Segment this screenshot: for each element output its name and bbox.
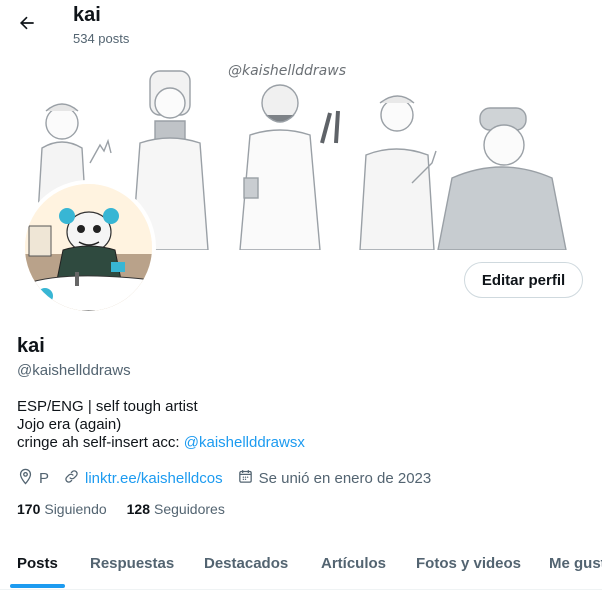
avatar[interactable]	[21, 180, 156, 315]
header-post-count: 534 posts	[73, 31, 130, 46]
meta-link[interactable]: linktr.ee/kaishelldcos	[63, 468, 223, 489]
meta-joined: Se unió en enero de 2023	[237, 468, 432, 489]
bio-line-3: cringe ah self-insert acc: @kaishellddra…	[17, 434, 305, 452]
following-count: 170	[17, 501, 41, 517]
tab-fotos-videos[interactable]: Fotos y videos	[416, 537, 521, 589]
joined-text: Se unió en enero de 2023	[258, 469, 432, 487]
link-icon	[63, 468, 85, 489]
profile-bio: ESP/ENG | self tough artist Jojo era (ag…	[17, 398, 305, 452]
back-button[interactable]	[10, 8, 44, 42]
following-label: Siguiendo	[44, 501, 107, 517]
location-pin-icon	[17, 468, 39, 489]
followers-label: Seguidores	[154, 501, 225, 517]
bio-mention-link[interactable]: @kaishellddrawsx	[184, 434, 305, 451]
tab-destacados[interactable]: Destacados	[204, 537, 288, 589]
profile-meta: P linktr.ee/kaishelldcos Se unió en ener…	[17, 467, 445, 489]
followers-count: 128	[126, 501, 150, 517]
profile-name: kai	[17, 335, 45, 357]
location-text: P	[39, 469, 50, 487]
bio-line-1: ESP/ENG | self tough artist	[17, 398, 198, 415]
following-link[interactable]: 170 Siguiendo	[17, 501, 107, 517]
banner-watermark: @kaishellddraws	[228, 63, 346, 79]
tab-me-gusta[interactable]: Me gusta	[549, 537, 602, 589]
meta-location: P	[17, 468, 49, 489]
tab-posts[interactable]: Posts	[17, 537, 58, 589]
profile-link[interactable]: linktr.ee/kaishelldcos	[85, 470, 223, 487]
tab-respuestas[interactable]: Respuestas	[90, 537, 174, 589]
avatar-illustration	[25, 184, 152, 311]
profile-tabs: Posts Respuestas Destacados Artículos Fo…	[0, 537, 602, 590]
followers-link[interactable]: 128 Seguidores	[127, 501, 225, 517]
active-tab-indicator	[10, 584, 65, 588]
profile-handle: @kaishellddraws	[17, 362, 131, 379]
bio-line-3-text: cringe ah self-insert acc:	[17, 434, 184, 451]
calendar-icon	[237, 468, 259, 489]
tab-articulos[interactable]: Artículos	[321, 537, 386, 589]
arrow-left-icon	[17, 13, 37, 38]
follow-stats: 170 Siguiendo 128 Seguidores	[17, 501, 245, 517]
header-title: kai	[73, 4, 101, 26]
profile-header-bar: kai 534 posts	[0, 0, 602, 53]
edit-profile-button[interactable]: Editar perfil	[464, 262, 583, 298]
bio-line-2: Jojo era (again)	[17, 416, 122, 433]
